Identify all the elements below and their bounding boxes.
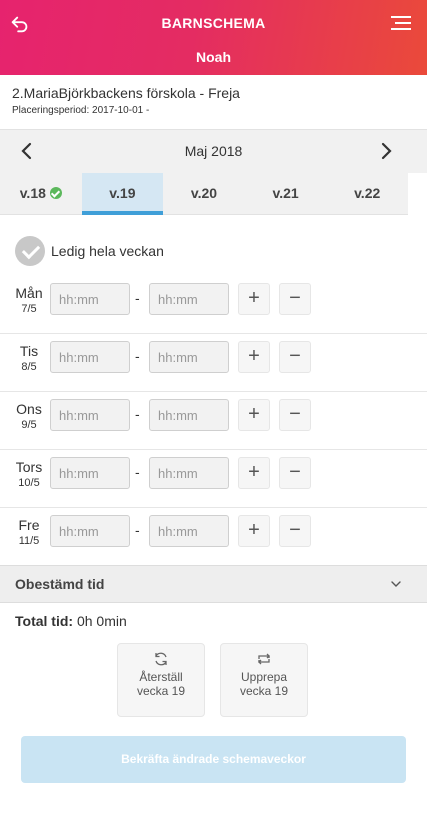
page-title: BARNSCHEMA [161,15,266,31]
start-time-input[interactable] [50,283,130,315]
add-time-button[interactable]: + [238,283,270,315]
start-time-input[interactable] [50,457,130,489]
day-name: Mån [15,285,43,301]
week-label: v.21 [272,185,299,201]
add-time-button[interactable]: + [238,399,270,431]
time-separator: - [135,348,140,364]
day-date: 9/5 [21,419,37,431]
repeat-label-line2: vecka 19 [239,684,289,698]
total-time-label: Total tid: [15,613,74,629]
undetermined-time-section[interactable]: Obestämd tid [0,565,427,603]
chevron-down-icon [391,581,401,587]
week-label: v.20 [190,185,218,201]
start-time-input[interactable] [50,399,130,431]
tab-week-20[interactable]: v.20 [163,173,245,214]
add-time-button[interactable]: + [238,515,270,547]
free-week-label: Ledig hela veckan [51,243,164,259]
day-date: 11/5 [18,535,40,547]
week-label: v.18 [19,185,46,201]
repeat-label-line1: Upprepa [240,670,288,684]
reset-label-line1: Återställ [139,670,183,684]
end-time-input[interactable] [149,457,229,489]
start-time-input[interactable] [50,515,130,547]
remove-time-button[interactable]: − [279,341,311,373]
week-label: v.22 [354,185,381,201]
confirm-changes-button[interactable]: Bekräfta ändrade schemaveckor [21,736,406,783]
total-time-value: 0h 0min [76,613,127,629]
tab-week-19[interactable]: v.19 [81,173,164,215]
time-separator: - [135,406,140,422]
month-label: Maj 2018 [184,143,243,159]
placement-period: Placeringsperiod: 2017-10-01 - [12,105,150,116]
day-row-thursday: Tors 10/5 - + − [0,450,427,508]
reset-label-line2: vecka 19 [136,684,186,698]
start-time-input[interactable] [50,341,130,373]
refresh-icon [155,652,167,666]
day-name: Ons [16,401,42,417]
time-separator: - [135,522,140,538]
end-time-input[interactable] [149,341,229,373]
week-tabs: v.18 v.19 v.20 v.21 v.22 [0,173,408,215]
school-name: 2.MariaBjörkbackens förskola - Freja [12,85,240,101]
day-row-tuesday: Tis 8/5 - + − [0,334,427,392]
day-name: Fre [18,517,40,533]
hamburger-menu-icon[interactable] [391,15,411,31]
remove-time-button[interactable]: − [279,283,311,315]
undetermined-time-label: Obestämd tid [15,576,105,592]
day-row-friday: Fre 11/5 - + − [0,508,427,566]
free-whole-week-toggle[interactable]: Ledig hela veckan [15,236,164,266]
add-time-button[interactable]: + [238,457,270,489]
month-navigator: Maj 2018 [0,129,427,173]
total-time: Total tid: 0h 0min [15,613,127,629]
end-time-input[interactable] [149,283,229,315]
day-date: 8/5 [21,361,37,373]
tab-week-21[interactable]: v.21 [245,173,327,214]
day-name: Tis [19,343,39,359]
end-time-input[interactable] [149,515,229,547]
week-label: v.19 [109,185,136,201]
day-name: Tors [15,459,43,475]
day-date: 7/5 [21,303,37,315]
end-time-input[interactable] [149,399,229,431]
remove-time-button[interactable]: − [279,457,311,489]
tab-week-22[interactable]: v.22 [326,173,408,214]
checkmark-circle-icon[interactable] [15,236,45,266]
child-name: Noah [196,49,231,65]
repeat-icon [258,653,270,665]
check-circle-icon [49,186,62,199]
day-date: 10/5 [18,477,40,489]
app-header: BARNSCHEMA Noah [0,0,427,75]
tab-week-18[interactable]: v.18 [0,173,82,214]
day-row-monday: Mån 7/5 - + − [0,276,427,334]
time-separator: - [135,290,140,306]
repeat-week-button[interactable]: Upprepa vecka 19 [220,643,308,717]
remove-time-button[interactable]: − [279,515,311,547]
placement-info: 2.MariaBjörkbackens förskola - Freja Pla… [0,75,427,129]
chevron-right-icon[interactable] [377,142,395,160]
reset-week-button[interactable]: Återställ vecka 19 [117,643,205,717]
remove-time-button[interactable]: − [279,399,311,431]
add-time-button[interactable]: + [238,341,270,373]
day-row-wednesday: Ons 9/5 - + − [0,392,427,450]
time-separator: - [135,464,140,480]
